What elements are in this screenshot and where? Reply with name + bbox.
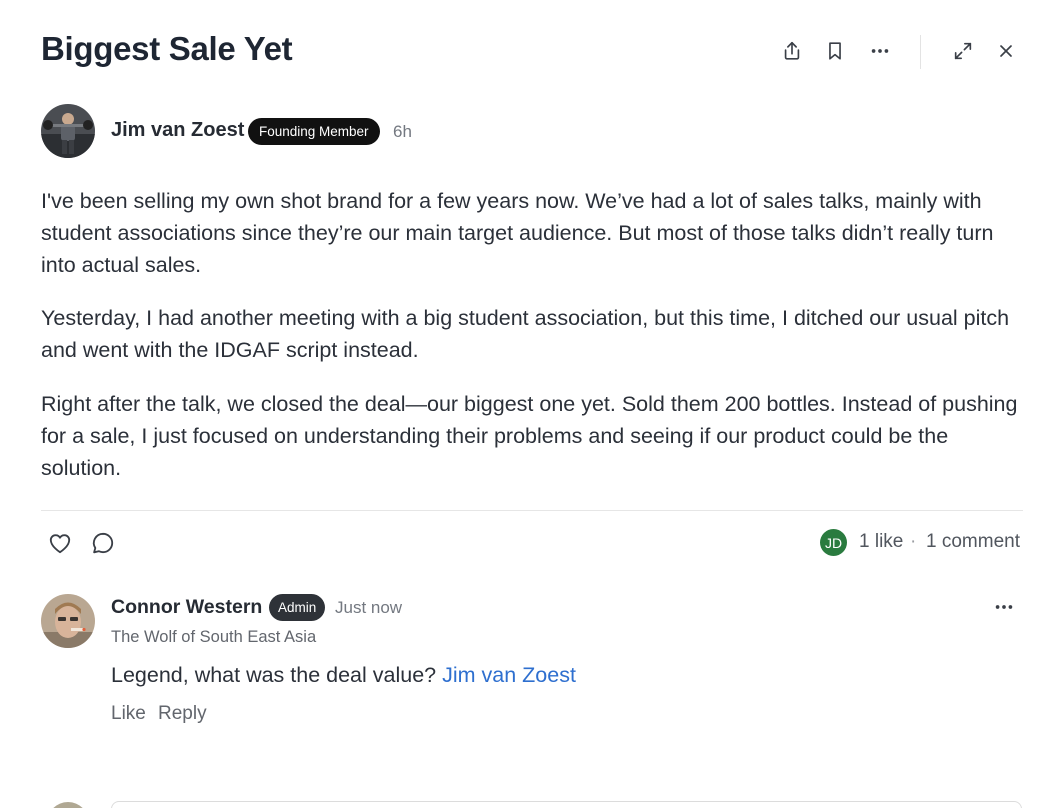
commenter-name[interactable]: Connor Western: [111, 596, 262, 619]
comment-input[interactable]: [111, 801, 1022, 808]
comments-count[interactable]: 1 comment: [926, 531, 1020, 553]
divider: [41, 510, 1023, 511]
author-avatar[interactable]: [41, 104, 95, 158]
bookmark-button[interactable]: [818, 34, 852, 68]
post-paragraph: Yesterday, I had another meeting with a …: [41, 306, 1010, 362]
liker-avatar[interactable]: JD: [820, 529, 847, 556]
share-icon: [784, 41, 800, 60]
stats-separator: ·: [910, 531, 917, 552]
expand-icon: [954, 42, 972, 60]
post-paragraph: Right after the talk, we closed the deal…: [41, 392, 1018, 480]
heart-icon: [49, 534, 71, 554]
comment-text: Legend, what was the deal value? Jim van…: [111, 663, 576, 688]
author-name[interactable]: Jim van Zoest: [111, 119, 244, 142]
post-timestamp: 6h: [393, 122, 412, 141]
more-icon: [871, 49, 889, 53]
post-title: Biggest Sale Yet: [41, 30, 293, 67]
commenter-avatar[interactable]: [41, 594, 95, 648]
close-button[interactable]: [989, 34, 1023, 68]
more-icon: [995, 605, 1013, 609]
comment-button[interactable]: [87, 528, 119, 558]
more-options-button[interactable]: [863, 34, 897, 68]
admin-badge: Admin: [269, 594, 326, 621]
comment-icon: [92, 532, 114, 554]
likes-count[interactable]: 1 like: [859, 531, 903, 553]
bookmark-icon: [829, 42, 841, 60]
comment-reply-button[interactable]: Reply: [158, 703, 207, 725]
mention-link[interactable]: Jim van Zoest: [442, 663, 576, 687]
post-paragraph: I've been selling my own shot brand for …: [41, 189, 994, 277]
like-button[interactable]: [44, 528, 76, 558]
expand-button[interactable]: [946, 34, 980, 68]
comment-more-button[interactable]: [988, 594, 1020, 620]
comment-timestamp: Just now: [335, 598, 403, 617]
share-button[interactable]: [775, 34, 809, 68]
founding-member-badge: Founding Member: [248, 118, 380, 145]
comment-body: Legend, what was the deal value?: [111, 663, 437, 687]
comment-like-button[interactable]: Like: [111, 703, 146, 725]
toolbar-divider: [920, 35, 921, 69]
current-user-avatar: [47, 802, 89, 808]
close-icon: [1000, 45, 1012, 57]
commenter-subtitle: The Wolf of South East Asia: [111, 628, 317, 646]
